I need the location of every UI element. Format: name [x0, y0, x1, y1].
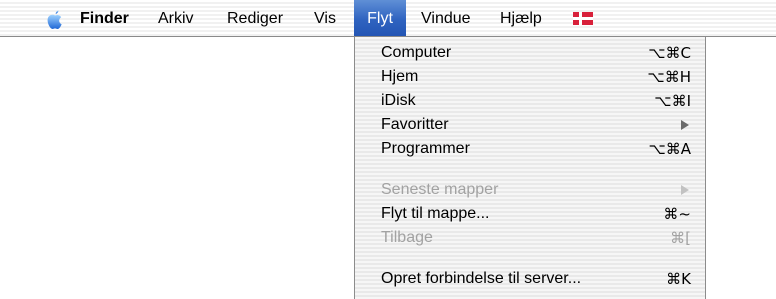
submenu-arrow-icon — [681, 120, 689, 130]
menu-item-seneste-mapper: Seneste mapper — [355, 178, 705, 202]
menu-item-label: Programmer — [381, 140, 470, 157]
menu-vis[interactable]: Vis — [314, 0, 344, 36]
menu-item-favoritter[interactable]: Favoritter — [355, 113, 705, 137]
submenu-arrow-icon — [681, 185, 689, 195]
menu-item-programmer[interactable]: Programmer ⌥⌘A — [355, 137, 705, 161]
menu-rediger[interactable]: Rediger — [227, 0, 292, 36]
menu-hjaelp[interactable]: Hjælp — [500, 0, 555, 36]
menu-item-label: Computer — [381, 44, 452, 61]
menu-item-label: Hjem — [381, 68, 419, 85]
flyt-dropdown-menu: Computer ⌥⌘C Hjem ⌥⌘H iDisk ⌥⌘I Favoritt… — [354, 37, 706, 299]
menu-item-label: iDisk — [381, 92, 416, 109]
apple-icon[interactable] — [44, 9, 66, 31]
shortcut-label: ⌘[ — [670, 229, 691, 247]
menu-vindue[interactable]: Vindue — [421, 0, 484, 36]
menu-finder[interactable]: Finder — [80, 0, 140, 36]
menu-item-label: Seneste mapper — [381, 181, 499, 198]
menu-bar: Finder Arkiv Rediger Vis Flyt Vindue Hjæ… — [0, 0, 776, 37]
shortcut-label: ⌥⌘H — [647, 68, 691, 86]
menu-item-opret-forbindelse[interactable]: Opret forbindelse til server... ⌘K — [355, 267, 705, 291]
shortcut-label: ⌥⌘A — [648, 140, 691, 158]
menu-item-label: Opret forbindelse til server... — [381, 270, 582, 287]
danish-flag-icon[interactable] — [573, 12, 593, 25]
shortcut-label: ⌘~ — [663, 205, 691, 223]
shortcut-label: ⌥⌘C — [648, 44, 691, 62]
menu-item-flyt-til-mappe[interactable]: Flyt til mappe... ⌘~ — [355, 202, 705, 226]
menu-item-label: Flyt til mappe... — [381, 205, 490, 222]
menu-item-computer[interactable]: Computer ⌥⌘C — [355, 41, 705, 65]
shortcut-label: ⌘K — [666, 270, 691, 288]
menu-item-label: Favoritter — [381, 116, 449, 133]
shortcut-label: ⌥⌘I — [654, 92, 691, 110]
menu-flyt[interactable]: Flyt — [354, 0, 406, 36]
menu-item-hjem[interactable]: Hjem ⌥⌘H — [355, 65, 705, 89]
menu-item-idisk[interactable]: iDisk ⌥⌘I — [355, 89, 705, 113]
menu-item-label: Tilbage — [381, 229, 433, 246]
menu-arkiv[interactable]: Arkiv — [158, 0, 208, 36]
menu-item-tilbage: Tilbage ⌘[ — [355, 226, 705, 250]
